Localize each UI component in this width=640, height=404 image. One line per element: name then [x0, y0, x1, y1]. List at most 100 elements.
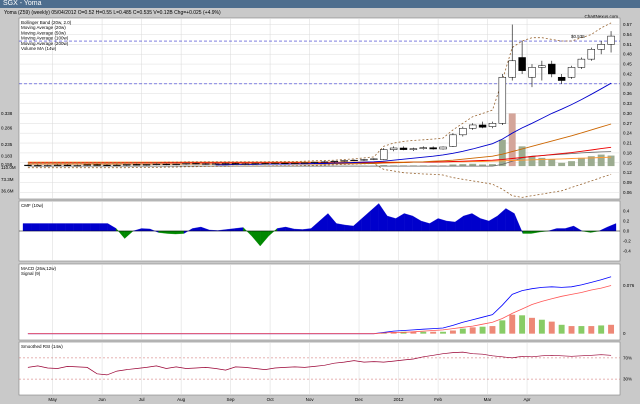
candle-body [24, 164, 32, 166]
x-tick-label: Feb [434, 397, 442, 402]
rsi-tick-label: 70% [623, 355, 632, 360]
candle-body [518, 57, 526, 71]
macd-histogram-bar [568, 326, 575, 334]
macd-histogram-bar [538, 319, 545, 334]
chart-frame: Yoma (Z59) (weekly) 05/04/2012 O=0.52 H=… [0, 8, 640, 404]
y-tick-label: 0.09 [623, 180, 632, 185]
macd-histogram-bar [440, 331, 447, 334]
macd-histogram-bar [548, 321, 555, 334]
candle-body [271, 162, 279, 165]
left-tick-label: 0.235 [1, 142, 13, 147]
left-tick-label: 110.0M [1, 165, 16, 170]
macd-tick-label: 0.076 [623, 283, 635, 288]
candle-body [73, 165, 82, 167]
volume-bar [597, 154, 605, 167]
x-tick-label: Mar [484, 397, 492, 402]
candle-body [152, 163, 161, 165]
price-panel [18, 17, 621, 200]
y-tick-label: 0.39 [623, 81, 632, 86]
left-tick-label: 36.6M [1, 188, 14, 193]
x-tick-label: Jun [98, 397, 106, 402]
candle-body [439, 146, 447, 150]
price-annotation: $0.535 [571, 34, 585, 39]
x-tick-label: Sep [227, 397, 236, 402]
cmf-area-segment [99, 223, 108, 232]
cmf-area-segment [31, 223, 41, 232]
macd-histogram-bar [479, 326, 486, 334]
candle-body [429, 147, 437, 150]
macd-histogram-bar [509, 314, 516, 334]
candle-body [350, 159, 358, 162]
left-tick-label: 73.3M [1, 177, 14, 182]
candle-body [528, 67, 536, 78]
candle-body [93, 164, 101, 166]
x-tick-label: Jul [139, 397, 145, 402]
y-tick-label: 0.42 [623, 71, 632, 76]
macd-histogram-bar [578, 326, 585, 334]
candle-body [478, 124, 487, 128]
cmf-area-segment [65, 223, 74, 232]
cmf-area-segment [336, 223, 346, 232]
cmf-tick-label: 0.0 [623, 229, 630, 234]
candle-body [172, 163, 180, 165]
cmf-area-segment [404, 213, 413, 232]
y-tick-label: 0.27 [623, 121, 632, 126]
y-tick-label: 0.21 [623, 141, 632, 146]
cmf-area-segment [344, 224, 354, 232]
macd-histogram-bar [430, 331, 437, 334]
window-title: SGX - Yoma [0, 0, 640, 8]
cmf-area-segment [56, 223, 66, 232]
candle-body [231, 163, 240, 165]
x-tick-label: Apr [524, 397, 532, 402]
candle-body [53, 164, 62, 166]
cmf-area-segment [556, 228, 566, 232]
candle-body [538, 65, 546, 68]
candle-body [577, 58, 586, 68]
candle-body [300, 162, 309, 164]
candle-body [340, 160, 348, 162]
cmf-area-segment [82, 223, 91, 232]
cmf-tick-label: -0.4 [623, 249, 631, 254]
macd-legend: Signal (9) [21, 271, 41, 276]
candle-body [291, 162, 299, 164]
cmf-tick-label: -0.2 [623, 239, 631, 244]
candle-body [399, 147, 408, 150]
candle-body [508, 60, 516, 78]
cmf-tick-label: 0.4 [623, 209, 630, 214]
candle-body [123, 164, 131, 166]
candle-body [459, 127, 467, 136]
macd-tick-label: 0 [623, 331, 626, 336]
candle-body [281, 162, 289, 164]
candle-body [380, 149, 388, 160]
candle-body [419, 147, 427, 149]
chart-canvas[interactable]: Yoma (Z59) (weekly) 05/04/2012 O=0.52 H=… [0, 8, 640, 404]
macd-histogram-bar [489, 326, 496, 334]
volume-bar [548, 159, 556, 167]
macd-histogram-bar [519, 315, 526, 334]
cmf-title: CMF (10w) [21, 203, 44, 208]
y-tick-label: 0.33 [623, 101, 632, 106]
cmf-area-segment [463, 213, 473, 232]
cmf-area-segment [522, 230, 532, 234]
candle-body [63, 164, 72, 167]
candle-body [261, 163, 269, 165]
candle-body [468, 124, 477, 129]
left-tick-label: 0.286 [1, 126, 13, 131]
y-tick-label: 0.45 [623, 62, 632, 67]
candle-body [320, 161, 329, 163]
rsi-panel [18, 341, 621, 396]
macd-histogram-bar [469, 327, 476, 334]
candle-body [162, 163, 171, 165]
candle-body [251, 163, 259, 165]
candle-body [132, 164, 141, 166]
macd-histogram-bar [608, 324, 615, 334]
macd-histogram-bar [529, 317, 535, 334]
cmf-area-segment [39, 223, 49, 232]
x-tick-label: May [48, 397, 57, 402]
y-tick-label: 0.06 [623, 190, 632, 195]
macd-histogram-bar [499, 320, 506, 334]
candle-body [221, 163, 230, 165]
cmf-area-segment [90, 223, 100, 232]
cmf-tick-label: 0.2 [623, 219, 630, 224]
candle-body [103, 164, 111, 166]
